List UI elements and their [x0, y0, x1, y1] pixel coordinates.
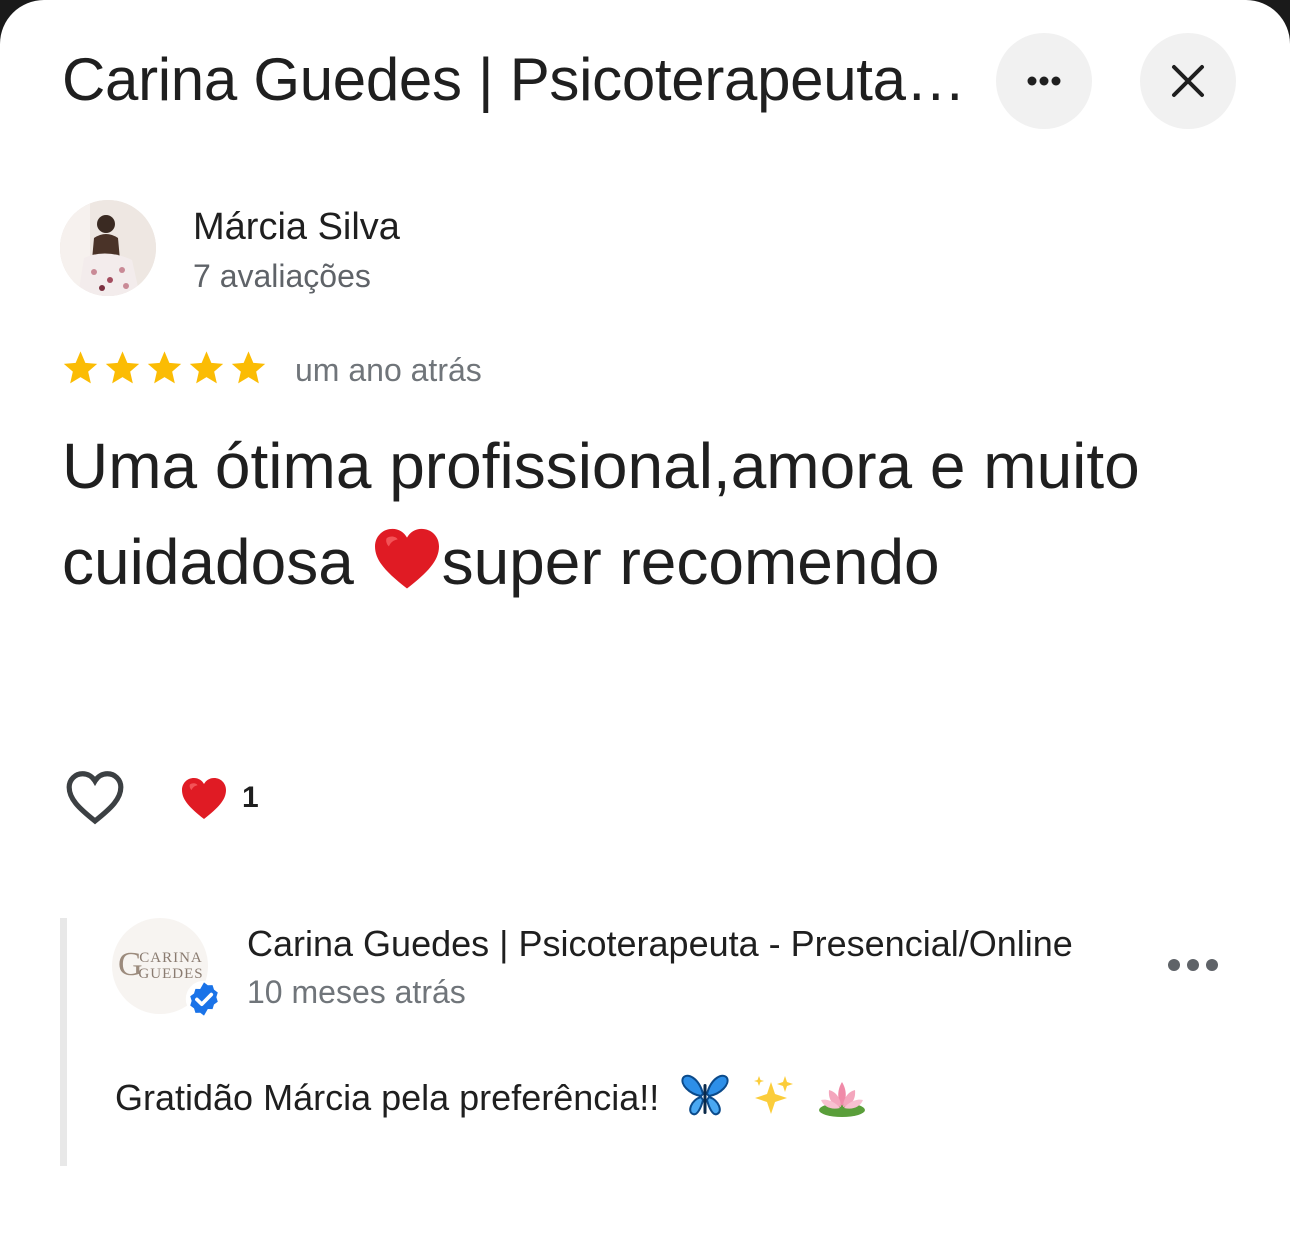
avatar-line1: CARINA [139, 950, 203, 966]
reply-divider [60, 918, 67, 1166]
sparkles-icon [751, 1074, 795, 1129]
more-horiz-icon [1168, 959, 1218, 971]
reply-text-content: Gratidão Márcia pela preferência!! [115, 1077, 660, 1118]
review-text: Uma ótima profissional,amora e muito cui… [62, 418, 1222, 616]
owner-reply-text: Gratidão Márcia pela preferência!! [115, 1074, 867, 1129]
star-icon [189, 351, 224, 384]
reviewer-name[interactable]: Márcia Silva [193, 205, 400, 249]
star-icon [147, 351, 182, 384]
verified-badge-icon [185, 980, 223, 1023]
butterfly-icon [681, 1074, 729, 1129]
reviewer-avatar[interactable] [60, 200, 156, 296]
more-options-button[interactable] [996, 33, 1092, 129]
star-icon [105, 351, 140, 384]
reaction-count: 1 [242, 781, 259, 814]
like-button[interactable] [64, 768, 126, 831]
sheet-title: Carina Guedes | Psicoterapeuta - Presenc… [62, 46, 977, 113]
review-text-part2: super recomendo [441, 526, 940, 598]
reaction-chip[interactable]: 1 [180, 776, 259, 820]
owner-reply-date: 10 meses atrás [247, 974, 466, 1010]
reply-more-button[interactable] [1166, 954, 1220, 981]
star-rating [60, 348, 269, 388]
owner-name[interactable]: Carina Guedes | Psicoterapeuta - Presenc… [247, 922, 1117, 966]
star-icon [231, 351, 266, 384]
red-heart-icon [182, 778, 226, 819]
heart-outline-icon [66, 771, 124, 825]
close-button[interactable] [1140, 33, 1236, 129]
review-date: um ano atrás [295, 352, 482, 388]
close-icon [1172, 65, 1204, 97]
red-heart-icon [372, 520, 442, 616]
review-sheet: Carina Guedes | Psicoterapeuta - Presenc… [0, 0, 1290, 1257]
reviewer-review-count: 7 avaliações [193, 258, 371, 294]
star-icon [63, 351, 98, 384]
avatar-monogram: G [118, 946, 143, 983]
lotus-icon [817, 1078, 867, 1129]
more-horiz-icon [1027, 76, 1061, 86]
